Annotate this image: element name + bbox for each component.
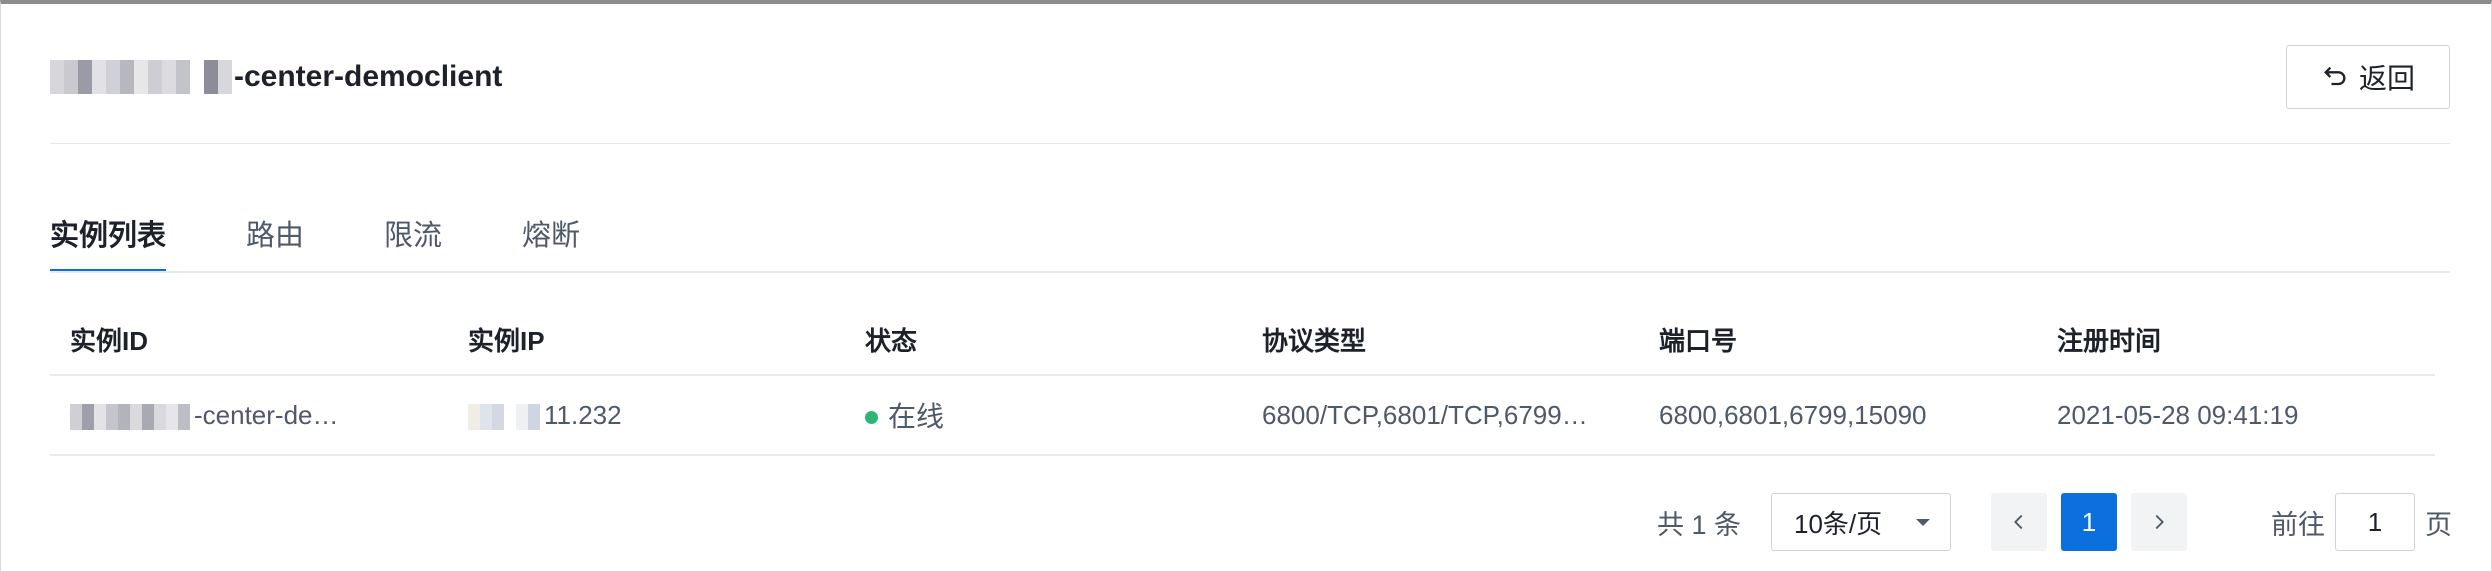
cell-instance-ip: 11.232 <box>448 375 845 456</box>
goto-label: 前往 <box>2271 509 2325 540</box>
cell-ports: 6800,6801,6799,15090 <box>1639 375 2037 456</box>
table-row: -center-de… 11.232 在线 6800/TCP,6801/TCP,… <box>50 375 2435 456</box>
cell-instance-id: -center-de… <box>50 375 448 456</box>
tab-instance-list[interactable]: 实例列表 <box>50 200 167 273</box>
caret-down-icon <box>1916 518 1930 526</box>
page-title-text: -center-democlient <box>234 60 503 93</box>
chevron-left-icon <box>2014 514 2023 530</box>
redacted-instance-id <box>70 403 190 430</box>
table-header-row: 实例ID 实例IP 状态 协议类型 端口号 注册时间 <box>50 305 2435 376</box>
chevron-right-icon <box>2155 514 2164 530</box>
back-button[interactable]: 返回 <box>2286 45 2450 109</box>
tab-divider <box>50 271 2450 273</box>
cell-protocol: 6800/TCP,6801/TCP,6799… <box>1242 375 1639 456</box>
undo-arrow-icon <box>2324 66 2346 86</box>
redacted-ip <box>468 403 540 430</box>
goto-page-input[interactable] <box>2335 493 2415 551</box>
status-text: 在线 <box>888 401 945 432</box>
cell-registered-at: 2021-05-28 09:41:19 <box>2037 375 2435 456</box>
page-size-select[interactable]: 10条/页 <box>1771 493 1951 551</box>
tab-routing[interactable]: 路由 <box>246 200 304 272</box>
instance-ip-text: 11.232 <box>544 399 622 430</box>
column-header-port: 端口号 <box>1639 305 2037 376</box>
tab-rate-limit[interactable]: 限流 <box>384 200 442 272</box>
tab-bar: 实例列表 路由 限流 熔断 <box>50 200 2450 273</box>
instance-table: 实例ID 实例IP 状态 协议类型 端口号 注册时间 -center-de… 1… <box>50 305 2435 456</box>
prev-page-button[interactable] <box>1991 493 2047 551</box>
column-header-registered-at: 注册时间 <box>2037 305 2435 376</box>
column-header-instance-ip: 实例IP <box>448 305 845 376</box>
back-button-label: 返回 <box>2358 63 2415 94</box>
column-header-instance-id: 实例ID <box>50 305 448 376</box>
pagination-total: 共 1 条 <box>1656 509 1741 540</box>
page-title: -center-democlient <box>50 60 502 94</box>
page-number-current[interactable]: 1 <box>2061 493 2117 551</box>
page-size-value: 10条/页 <box>1794 508 1883 539</box>
page-header: -center-democlient 返回 <box>50 44 2450 110</box>
redacted-title-prefix <box>50 60 232 94</box>
status-online-dot-icon <box>865 410 878 424</box>
column-header-status: 状态 <box>845 305 1242 376</box>
tab-circuit-breaker[interactable]: 熔断 <box>522 200 580 272</box>
column-header-protocol: 协议类型 <box>1242 305 1639 376</box>
next-page-button[interactable] <box>2131 493 2187 551</box>
goto-unit: 页 <box>2425 509 2452 540</box>
cell-status: 在线 <box>845 375 1242 456</box>
pagination: 共 1 条 10条/页 1 前往 页 <box>1657 493 2452 551</box>
header-divider <box>50 143 2450 144</box>
instance-id-text: -center-de… <box>194 399 339 430</box>
